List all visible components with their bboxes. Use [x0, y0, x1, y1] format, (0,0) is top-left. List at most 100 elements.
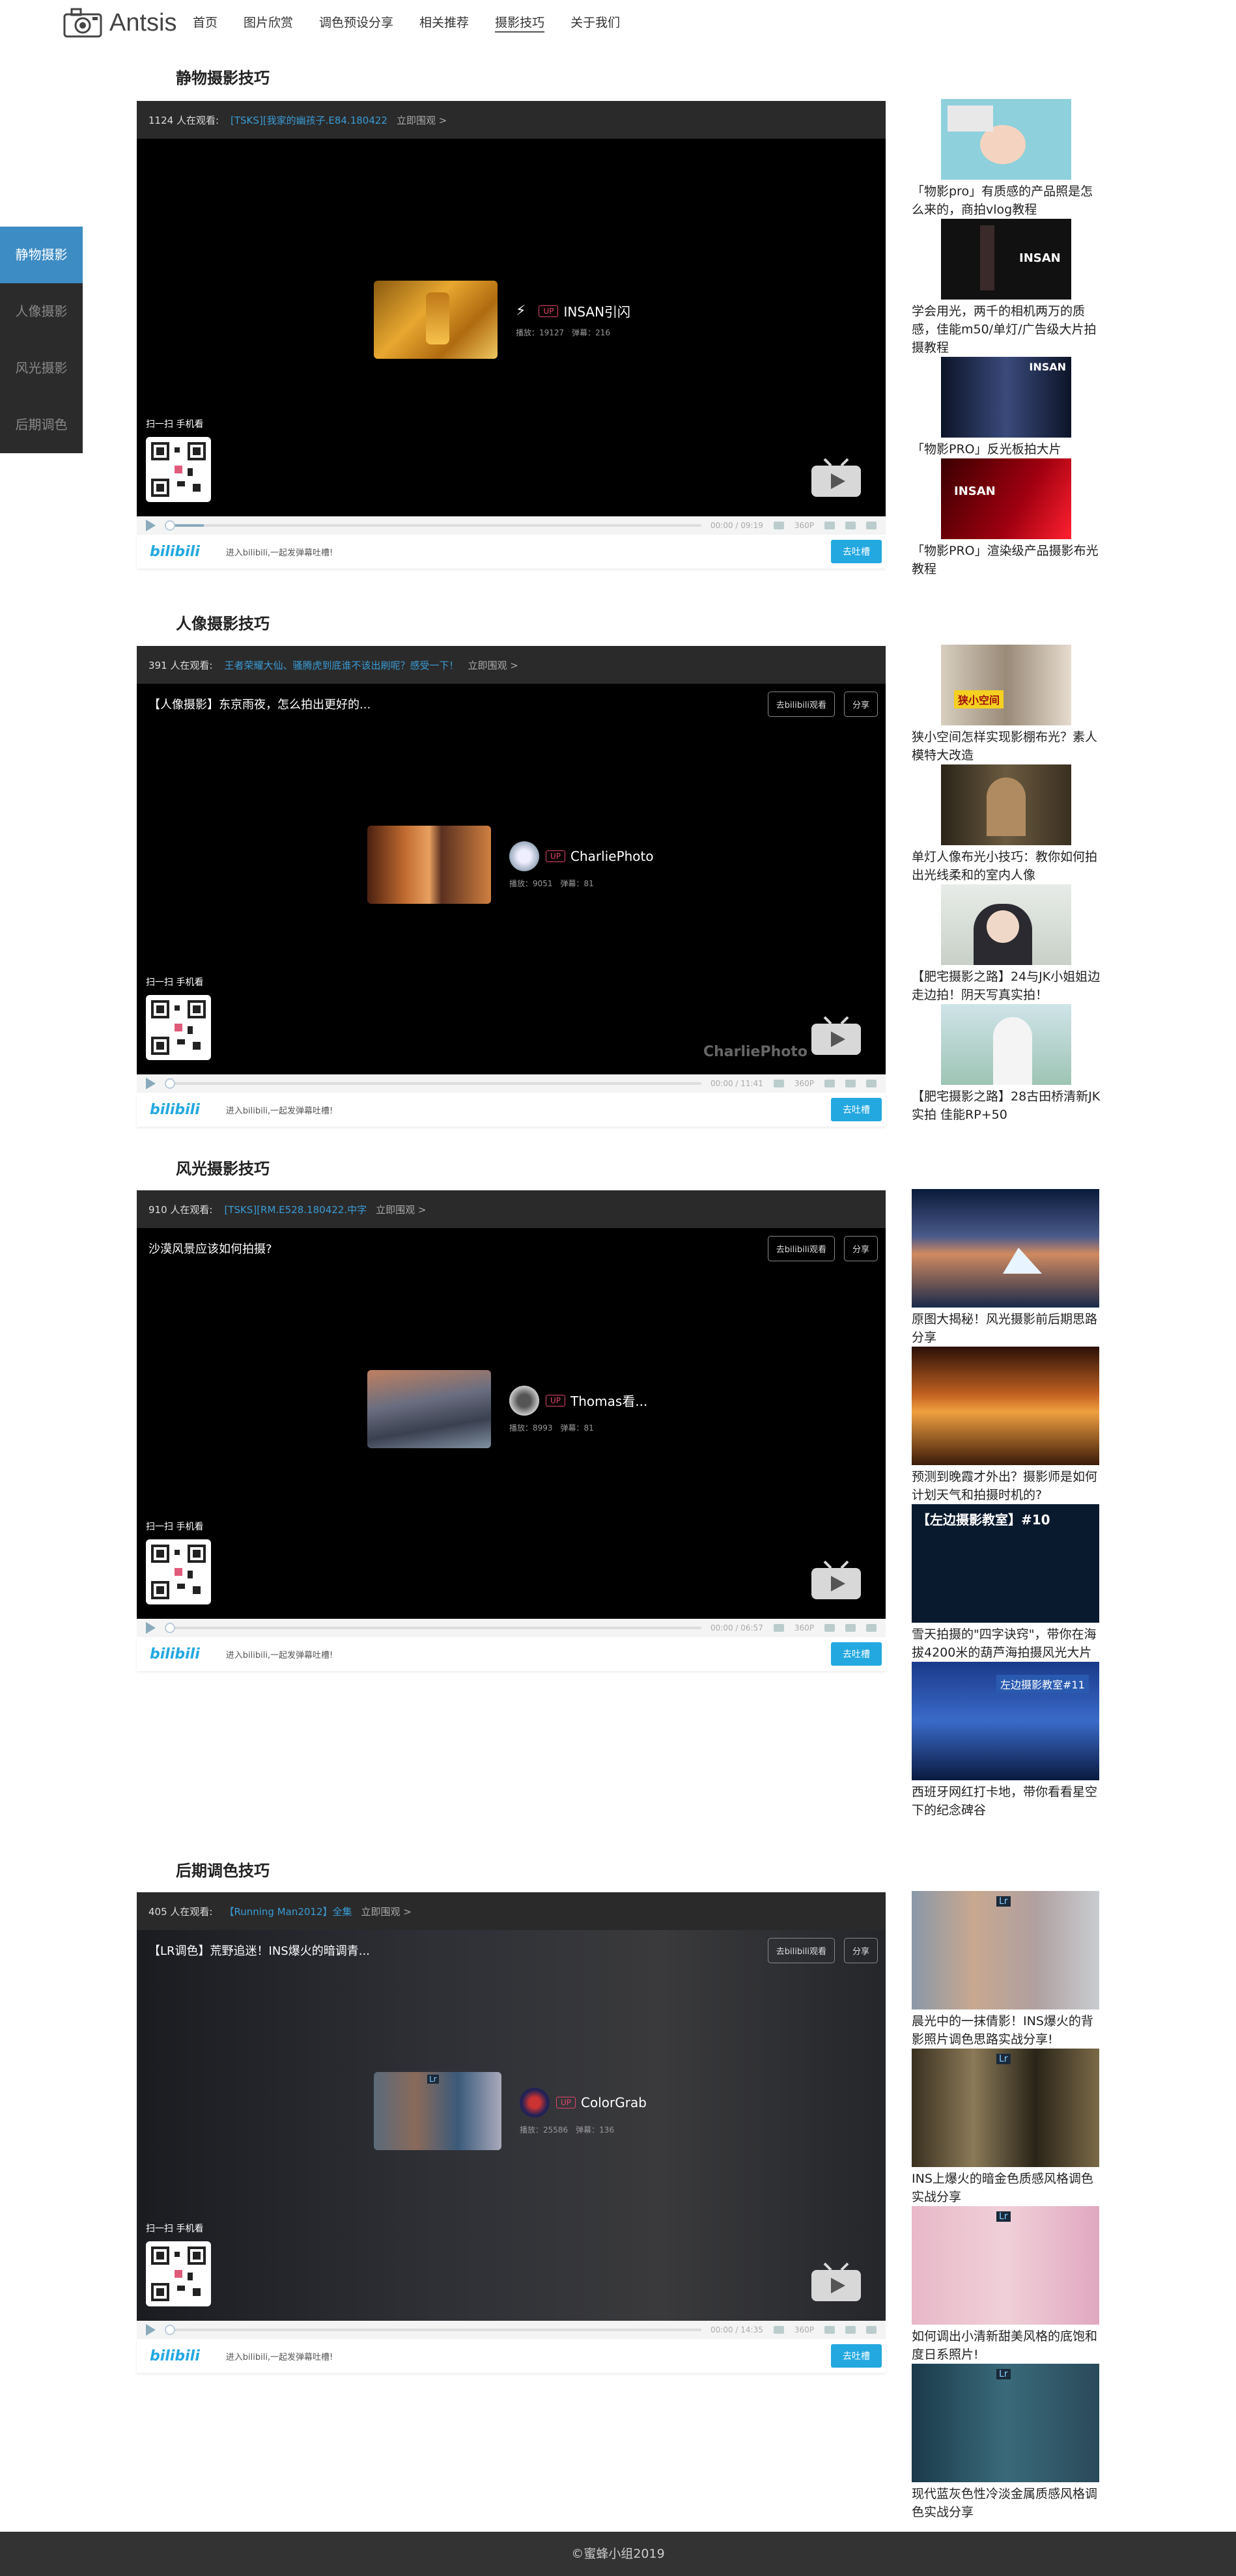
related-title[interactable]: 狭小空间怎样实现影棚布光？素人模特大改造	[912, 728, 1101, 764]
share-button[interactable]: 分享	[843, 692, 878, 717]
related-item[interactable]: 狭小空间 狭小空间怎样实现影棚布光？素人模特大改造	[912, 645, 1101, 764]
video-title-link[interactable]: [TSKS][RM.E528.180422.中字	[224, 1203, 367, 1216]
related-thumb[interactable]: 【左边摄影教室】#10	[912, 1504, 1099, 1623]
danmaku-icon[interactable]	[824, 1624, 835, 1632]
quality-select[interactable]: 360P	[794, 2325, 814, 2334]
uploader-avatar[interactable]	[520, 2087, 550, 2118]
quality-select[interactable]: 360P	[794, 1079, 814, 1088]
send-danmaku-button[interactable]: 去吐槽	[831, 1642, 882, 1666]
fullscreen-icon[interactable]	[866, 2326, 877, 2334]
related-thumb[interactable]: 左边摄影教室#11	[912, 1662, 1099, 1780]
related-title[interactable]: 【肥宅摄影之路】24与JK小姐姐边走边拍！阴天写真实拍！	[912, 968, 1101, 1004]
play-icon[interactable]	[146, 2324, 156, 2336]
related-title[interactable]: 学会用光，两千的相机两万的质感，佳能m50/单灯/广告级大片拍摄教程	[912, 302, 1101, 357]
watch-now-link[interactable]: 立即围观 >	[468, 658, 518, 672]
volume-icon[interactable]	[773, 2326, 784, 2334]
related-thumb[interactable]: 狭小空间	[941, 645, 1071, 725]
play-icon[interactable]	[146, 1078, 156, 1089]
quality-select[interactable]: 360P	[794, 1623, 814, 1632]
video-screen[interactable]: 沙漠风景应该如何拍摄? 去bilibili观看 分享 UP Thomas看...…	[137, 1228, 886, 1619]
fullscreen-icon[interactable]	[866, 1624, 877, 1632]
loop-icon[interactable]	[845, 2326, 856, 2334]
related-thumb[interactable]: INSAN	[941, 357, 1071, 438]
related-thumb[interactable]: Lr	[912, 2206, 1099, 2325]
related-title[interactable]: 西班牙网红打卡地，带你看看星空下的纪念碑谷	[912, 1783, 1101, 1819]
volume-icon[interactable]	[773, 1624, 784, 1632]
share-button[interactable]: 分享	[843, 1938, 878, 1963]
related-title[interactable]: 「物影PRO」渲染级产品摄影布光教程	[912, 542, 1101, 578]
related-title[interactable]: 晨光中的一抹倩影！INS爆火的背影照片调色思路实战分享!	[912, 2012, 1101, 2049]
video-title-link[interactable]: 王者荣耀大仙、骚腾虎到底谁不该出刷呢？感受一下！	[224, 658, 458, 672]
related-thumb[interactable]	[941, 99, 1071, 180]
related-item[interactable]: 【左边摄影教室】#10 雪天拍摄的"四字诀窍"，带你在海拔4200米的葫芦海拍摄…	[912, 1504, 1101, 1662]
watch-now-link[interactable]: 立即围观 >	[397, 113, 447, 127]
uploader-name[interactable]: INSAN引闪	[563, 301, 630, 320]
related-item[interactable]: INSAN 「物影PRO」反光板拍大片	[912, 357, 1101, 458]
go-bilibili-button[interactable]: 去bilibili观看	[767, 1938, 835, 1963]
related-title[interactable]: 【肥宅摄影之路】28古田桥清新JK实拍 佳能RP+50	[912, 1087, 1101, 1124]
loop-icon[interactable]	[845, 1624, 856, 1632]
danmaku-icon[interactable]	[824, 2326, 835, 2334]
fullscreen-icon[interactable]	[866, 522, 877, 529]
related-thumb[interactable]	[941, 884, 1071, 965]
related-title[interactable]: INS上爆火的暗金色质感风格调色实战分享	[912, 2170, 1101, 2206]
related-thumb[interactable]	[941, 764, 1071, 845]
related-title[interactable]: 「物影pro」有质感的产品照是怎么来的，商拍vlog教程	[912, 182, 1101, 219]
video-screen[interactable]: 【人像摄影】东京雨夜，怎么拍出更好的... 去bilibili观看 分享 UP …	[137, 684, 886, 1074]
uploader-name[interactable]: CharliePhoto	[570, 848, 654, 864]
related-title[interactable]: 单灯人像布光小技巧：教你如何拍出光线柔和的室内人像	[912, 848, 1101, 884]
uploader-name[interactable]: ColorGrab	[581, 2095, 647, 2110]
related-title[interactable]: 雪天拍摄的"四字诀窍"，带你在海拔4200米的葫芦海拍摄风光大片	[912, 1625, 1101, 1662]
related-item[interactable]: 左边摄影教室#11 西班牙网红打卡地，带你看看星空下的纪念碑谷	[912, 1662, 1101, 1819]
watch-now-link[interactable]: 立即围观 >	[376, 1203, 426, 1216]
fullscreen-icon[interactable]	[866, 1080, 877, 1087]
send-danmaku-button[interactable]: 去吐槽	[831, 540, 882, 563]
side-item-color-grading[interactable]: 后期调色	[0, 397, 83, 453]
related-item[interactable]: 「物影pro」有质感的产品照是怎么来的，商拍vlog教程	[912, 99, 1101, 219]
danmaku-icon[interactable]	[824, 522, 835, 529]
related-item[interactable]: 预测到晚霞才外出？摄影师是如何计划天气和拍摄时机的?	[912, 1347, 1101, 1504]
nav-presets[interactable]: 调色预设分享	[319, 14, 393, 33]
related-item[interactable]: Lr 如何调出小清新甜美风格的底饱和度日系照片!	[912, 2206, 1101, 2364]
related-title[interactable]: 原图大揭秘！风光摄影前后期思路分享	[912, 1310, 1101, 1347]
related-title[interactable]: 如何调出小清新甜美风格的底饱和度日系照片!	[912, 2327, 1101, 2364]
uploader-avatar[interactable]	[509, 1385, 539, 1416]
go-bilibili-button[interactable]: 去bilibili观看	[767, 1236, 835, 1261]
go-bilibili-button[interactable]: 去bilibili观看	[767, 692, 835, 717]
nav-about[interactable]: 关于我们	[570, 14, 620, 33]
related-thumb[interactable]: INSAN	[941, 458, 1071, 539]
volume-icon[interactable]	[773, 1080, 784, 1087]
video-title-link[interactable]: 【Running Man2012】全集	[224, 1905, 352, 1918]
related-item[interactable]: 单灯人像布光小技巧：教你如何拍出光线柔和的室内人像	[912, 764, 1101, 884]
related-item[interactable]: INSAN 学会用光，两千的相机两万的质感，佳能m50/单灯/广告级大片拍摄教程	[912, 219, 1101, 357]
uploader-avatar[interactable]	[509, 841, 539, 871]
related-item[interactable]: 【肥宅摄影之路】28古田桥清新JK实拍 佳能RP+50	[912, 1004, 1101, 1124]
related-item[interactable]: 原图大揭秘！风光摄影前后期思路分享	[912, 1189, 1101, 1347]
progress-bar[interactable]	[165, 2325, 702, 2335]
uploader-name[interactable]: Thomas看...	[570, 1391, 647, 1410]
danmaku-input[interactable]: 进入bilibili,一起发弹幕吐槽!	[226, 1104, 831, 1116]
danmaku-input[interactable]: 进入bilibili,一起发弹幕吐槽!	[226, 1648, 831, 1660]
send-danmaku-button[interactable]: 去吐槽	[831, 2344, 882, 2368]
nav-gallery[interactable]: 图片欣赏	[244, 14, 293, 33]
play-icon[interactable]	[146, 520, 156, 531]
danmaku-input[interactable]: 进入bilibili,一起发弹幕吐槽!	[226, 546, 831, 558]
logo[interactable]: Antsis	[63, 5, 176, 40]
related-thumb[interactable]: INSAN	[941, 219, 1071, 300]
nav-home[interactable]: 首页	[193, 14, 218, 33]
related-thumb[interactable]	[912, 1189, 1099, 1308]
nav-recommend[interactable]: 相关推荐	[419, 14, 469, 33]
video-title-link[interactable]: [TSKS][我家的幽孩子.E84.180422	[231, 113, 387, 127]
video-screen[interactable]: 【LR调色】荒野追迷！INS爆火的暗调青... 去bilibili观看 分享 L…	[137, 1930, 886, 2321]
video-screen[interactable]: ⚡ UP INSAN引闪 播放：19127 弹幕：216 扫一扫 手机看	[137, 139, 886, 516]
side-item-portrait[interactable]: 人像摄影	[0, 283, 83, 340]
related-thumb[interactable]	[941, 1004, 1071, 1085]
share-button[interactable]: 分享	[843, 1236, 878, 1261]
danmaku-input[interactable]: 进入bilibili,一起发弹幕吐槽!	[226, 2350, 831, 2362]
loop-icon[interactable]	[845, 522, 856, 529]
side-item-still-life[interactable]: 静物摄影	[0, 227, 83, 283]
loop-icon[interactable]	[845, 1080, 856, 1087]
related-thumb[interactable]: Lr	[912, 2364, 1099, 2482]
related-thumb[interactable]: Lr	[912, 2049, 1099, 2167]
related-title[interactable]: 现代蓝灰色性冷淡金属质感风格调色实战分享	[912, 2485, 1101, 2521]
